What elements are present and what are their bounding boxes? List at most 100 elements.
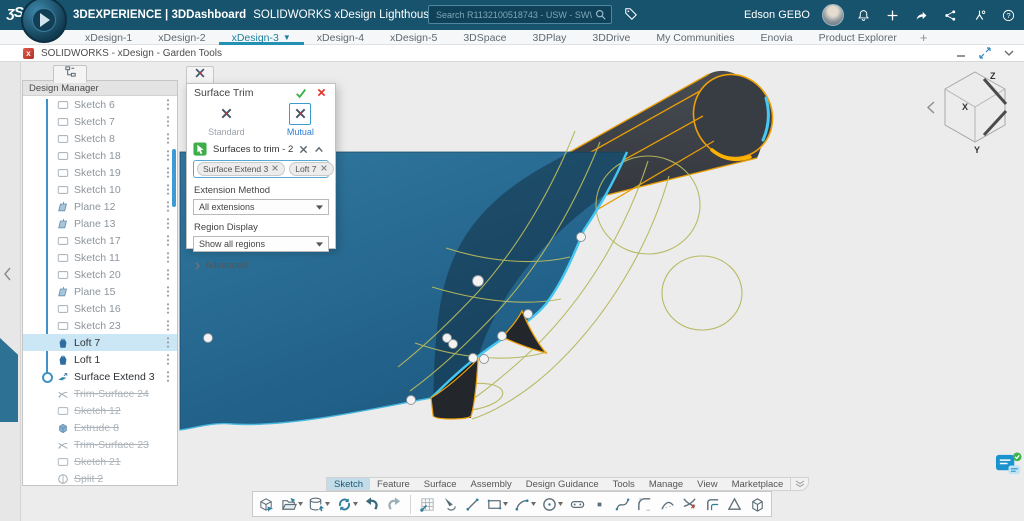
panel-collapse-chevron[interactable] [3, 267, 12, 281]
avatar[interactable] [822, 4, 844, 26]
tree-item-sketch-16[interactable]: Sketch 16 [23, 300, 177, 317]
chip-remove-icon[interactable] [320, 164, 328, 174]
ribbon-tab-surface[interactable]: Surface [417, 478, 464, 490]
tree-item-sketch-19[interactable]: Sketch 19 [23, 164, 177, 181]
tree-item-sketch-8[interactable]: Sketch 8 [23, 130, 177, 147]
tree-item-plane-12[interactable]: Plane 12 [23, 198, 177, 215]
surfaces-to-trim-field[interactable]: Surface Extend 3Loft 7 [193, 160, 329, 178]
kebab-menu-icon[interactable] [166, 149, 170, 162]
redo-icon[interactable] [386, 496, 403, 513]
app-tab-xdesign-5[interactable]: xDesign-5 [377, 30, 450, 45]
ribbon-tab-assembly[interactable]: Assembly [464, 478, 519, 490]
kebab-menu-icon[interactable] [166, 98, 170, 111]
scrollbar-thumb[interactable] [172, 149, 176, 207]
rectangle-icon[interactable] [486, 496, 508, 513]
network-icon[interactable] [943, 9, 958, 22]
user-name[interactable]: Edson GEBO [744, 9, 810, 21]
ribbon-tab-sketch[interactable]: Sketch [327, 478, 370, 490]
kebab-menu-icon[interactable] [166, 200, 170, 213]
chip-surface-extend-3[interactable]: Surface Extend 3 [197, 162, 285, 176]
kebab-menu-icon[interactable] [166, 217, 170, 230]
selection-cursor-icon[interactable] [193, 142, 207, 156]
tree-item-sketch-17[interactable]: Sketch 17 [23, 232, 177, 249]
extension-method-select[interactable]: All extensions [193, 199, 329, 215]
app-tab-3dspace[interactable]: 3DSpace [450, 30, 519, 45]
sketch-grid-icon[interactable] [419, 496, 436, 513]
kebab-menu-icon[interactable] [166, 251, 170, 264]
kebab-menu-icon[interactable] [166, 183, 170, 196]
kebab-menu-icon[interactable] [166, 115, 170, 128]
help-icon[interactable]: ? [1001, 9, 1016, 22]
tree-item-sketch-23[interactable]: Sketch 23 [23, 317, 177, 334]
confirm-button[interactable] [295, 87, 307, 99]
minimize-button[interactable] [956, 48, 966, 58]
advanced-expander[interactable]: Advanced [195, 260, 335, 271]
kebab-menu-icon[interactable] [166, 336, 170, 349]
import-icon[interactable] [258, 496, 275, 513]
line-icon[interactable] [464, 496, 481, 513]
bell-icon[interactable] [856, 9, 871, 22]
ribbon-tab-tools[interactable]: Tools [606, 478, 642, 490]
tree-item-plane-13[interactable]: Plane 13 [23, 215, 177, 232]
select-lasso-icon[interactable] [441, 496, 458, 513]
tree-item-sketch-12[interactable]: Sketch 12 [23, 402, 177, 419]
cancel-button[interactable] [316, 87, 327, 98]
apps-icon[interactable] [972, 9, 987, 22]
tree-item-sketch-10[interactable]: Sketch 10 [23, 181, 177, 198]
tag-icon[interactable] [624, 7, 638, 21]
surface-trim-tab[interactable] [186, 66, 214, 83]
app-tab-xdesign-3[interactable]: xDesign-3▼ [219, 30, 304, 45]
tree-item-trim-surface-24[interactable]: Trim-Surface 24 [23, 385, 177, 402]
box-icon[interactable] [749, 496, 766, 513]
kebab-menu-icon[interactable] [166, 166, 170, 179]
tree-item-sketch-7[interactable]: Sketch 7 [23, 113, 177, 130]
tree-item-loft-7[interactable]: Loft 7 [23, 334, 177, 351]
chat-widget[interactable] [995, 451, 1022, 483]
point-icon[interactable] [591, 496, 608, 513]
ribbon-tab-manage[interactable]: Manage [642, 478, 690, 490]
chip-loft-7[interactable]: Loft 7 [289, 162, 333, 176]
kebab-menu-icon[interactable] [166, 302, 170, 315]
tree-item-loft-1[interactable]: Loft 1 [23, 351, 177, 368]
kebab-menu-icon[interactable] [166, 353, 170, 366]
tree-item-surface-extend-3[interactable]: Surface Extend 3 [23, 368, 177, 385]
kebab-menu-icon[interactable] [166, 234, 170, 247]
search-input[interactable] [429, 10, 595, 20]
trim-mode-mutual[interactable]: Mutual [287, 103, 314, 137]
share-icon[interactable] [914, 9, 929, 22]
app-tab-xdesign-1[interactable]: xDesign-1 [72, 30, 145, 45]
tree-item-plane-15[interactable]: Plane 15 [23, 283, 177, 300]
edge-banner[interactable] [0, 338, 18, 422]
region-display-select[interactable]: Show all regions [193, 236, 329, 252]
trim-mode-standard[interactable]: Standard [208, 103, 245, 137]
ribbon-tab-view[interactable]: View [690, 478, 724, 490]
sync-icon[interactable] [336, 496, 358, 513]
circle-icon[interactable] [541, 496, 563, 513]
tree-item-split-2[interactable]: Split 2 [23, 470, 177, 487]
kebab-menu-icon[interactable] [166, 132, 170, 145]
kebab-menu-icon[interactable] [166, 370, 170, 383]
add-tab-button[interactable]: + [910, 30, 938, 45]
tree-item-sketch-6[interactable]: Sketch 6 [23, 96, 177, 113]
tree-item-extrude-8[interactable]: Extrude 8 [23, 419, 177, 436]
ribbon-tab-feature[interactable]: Feature [370, 478, 417, 490]
kebab-menu-icon[interactable] [166, 285, 170, 298]
tree-item-trim-surface-23[interactable]: Trim-Surface 23 [23, 436, 177, 453]
open-icon[interactable] [281, 496, 303, 513]
tree-item-sketch-21[interactable]: Sketch 21 [23, 453, 177, 470]
app-tab-xdesign-4[interactable]: xDesign-4 [304, 30, 377, 45]
ribbon-tab-design-guidance[interactable]: Design Guidance [519, 478, 606, 490]
search-icon[interactable] [595, 9, 606, 20]
offset-icon[interactable] [704, 496, 721, 513]
chip-remove-icon[interactable] [271, 164, 279, 174]
trim-icon[interactable] [681, 496, 698, 513]
polygon-icon[interactable] [726, 496, 743, 513]
add-icon[interactable] [885, 9, 900, 22]
collapse-button[interactable] [1004, 50, 1014, 57]
app-tab-my-communities[interactable]: My Communities [643, 30, 747, 45]
global-search[interactable] [428, 5, 612, 24]
clear-selection-icon[interactable] [299, 145, 308, 154]
tree-item-sketch-11[interactable]: Sketch 11 [23, 249, 177, 266]
tree-item-sketch-18[interactable]: Sketch 18 [23, 147, 177, 164]
spline-icon[interactable] [614, 496, 631, 513]
